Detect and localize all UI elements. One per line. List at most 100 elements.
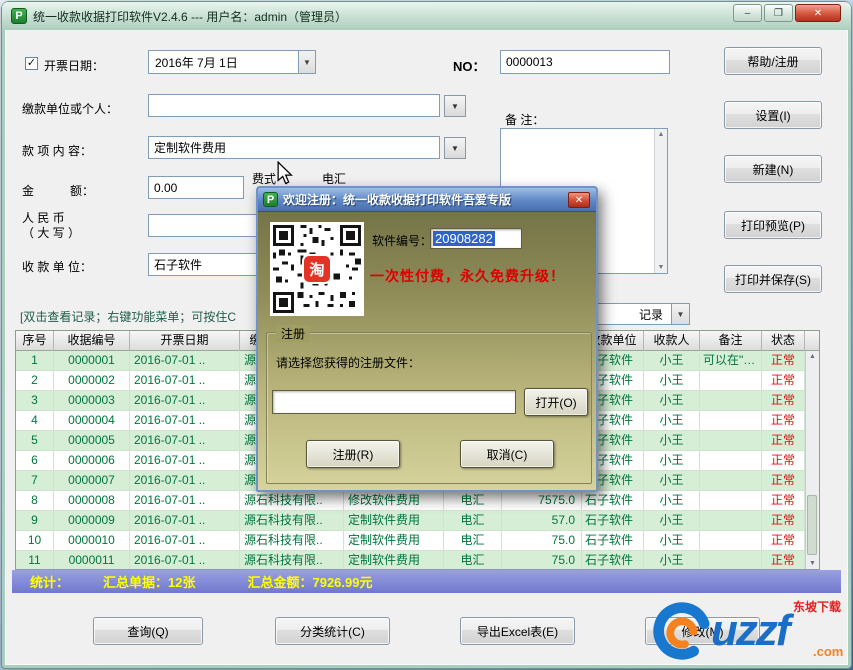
scroll-down-icon[interactable]: ▼ xyxy=(809,560,816,567)
no-label: NO： xyxy=(453,59,486,74)
table-cell: 2016-07-01 .. xyxy=(130,471,240,491)
payer-combo-input[interactable] xyxy=(148,94,440,117)
rmb-label-line2: （ 大 写 ） xyxy=(22,226,81,240)
print-preview-button[interactable]: 打印预览(P) xyxy=(724,211,822,239)
column-header[interactable]: 开票日期 xyxy=(130,331,240,351)
table-row[interactable]: 10 0000010 2016-07-01 .. 源石科技有限.. 定制软件费用 电汇 75… xyxy=(16,531,819,551)
logo-text: uzzf xyxy=(711,606,791,655)
table-cell: 57.0 xyxy=(502,511,582,531)
table-row[interactable]: 9 0000009 2016-07-01 .. 源石科技有限.. 定制软件费用 电汇 57.… xyxy=(16,511,819,531)
settings-button[interactable]: 设置(I) xyxy=(724,101,822,129)
table-cell: 正常 xyxy=(762,491,805,511)
table-cell: 0000002 xyxy=(54,371,130,391)
invoice-date-checkbox[interactable]: ✓ xyxy=(25,57,38,70)
chevron-down-icon[interactable]: ▼ xyxy=(298,51,315,73)
export-excel-button[interactable]: 导出Excel表(E) xyxy=(460,617,575,645)
scrollbar-thumb[interactable] xyxy=(807,495,817,555)
memo-scrollbar[interactable]: ▲ ▼ xyxy=(654,129,667,273)
table-cell: 定制软件费用 xyxy=(344,551,444,569)
dialog-titlebar[interactable]: P 欢迎注册：统一收款收据打印软件吾爱专版 xyxy=(258,188,596,212)
table-cell: 2016-07-01 .. xyxy=(130,491,240,511)
table-cell: 正常 xyxy=(762,371,805,391)
table-cell: 小王 xyxy=(644,531,700,551)
table-cell: 2016-07-01 .. xyxy=(130,431,240,451)
column-header[interactable]: 收款人 xyxy=(644,331,700,351)
table-cell: 2016-07-01 .. xyxy=(130,371,240,391)
register-group-label: 注册 xyxy=(276,325,311,342)
logo-subtitle: 东坡下载 xyxy=(793,600,842,614)
print-save-button[interactable]: 打印并保存(S) xyxy=(724,265,822,293)
table-cell: 石子软件 xyxy=(582,511,644,531)
logo-swoosh-icon xyxy=(653,602,711,660)
table-cell: 0000011 xyxy=(54,551,130,569)
close-icon[interactable]: ✕ xyxy=(795,4,841,22)
minimize-icon[interactable]: – xyxy=(733,4,762,22)
table-cell: 小王 xyxy=(644,451,700,471)
invoice-date-value: 2016年 7月 1日 xyxy=(155,55,238,70)
chevron-down-icon: ▼ xyxy=(451,101,459,111)
table-cell: 1 xyxy=(16,351,54,371)
table-cell: 正常 xyxy=(762,511,805,531)
receiver-label: 收 款 单 位： xyxy=(22,260,93,274)
column-header[interactable]: 收据编号 xyxy=(54,331,130,351)
table-cell: 小王 xyxy=(644,491,700,511)
receipt-no-input[interactable] xyxy=(500,50,670,74)
close-icon[interactable]: ✕ xyxy=(568,192,590,208)
table-cell: 正常 xyxy=(762,411,805,431)
pay-method-option-fragment[interactable]: 电汇 xyxy=(322,170,346,187)
scroll-up-icon[interactable]: ▲ xyxy=(809,353,816,360)
stats-count: 汇总单据：12张 xyxy=(103,575,196,590)
scroll-up-icon[interactable]: ▲ xyxy=(658,131,665,138)
app-icon: P xyxy=(11,8,27,24)
table-cell: 正常 xyxy=(762,531,805,551)
window-controls: – ❐ ✕ xyxy=(733,4,841,22)
table-cell: 2016-07-01 .. xyxy=(130,351,240,371)
query-button[interactable]: 查询(Q) xyxy=(93,617,203,645)
help-register-button[interactable]: 帮助/注册 xyxy=(724,47,822,75)
table-cell: 0000003 xyxy=(54,391,130,411)
open-button[interactable]: 打开(O) xyxy=(524,388,588,416)
table-cell xyxy=(700,391,762,411)
table-cell: 可以在"… xyxy=(700,351,762,371)
qr-code: 淘 xyxy=(270,222,364,316)
table-cell: 75.0 xyxy=(502,551,582,569)
table-cell: 源石科技有限.. xyxy=(240,491,344,511)
table-cell: 小王 xyxy=(644,511,700,531)
payer-dropdown-button[interactable]: ▼ xyxy=(444,95,466,117)
column-header[interactable]: 备注 xyxy=(700,331,762,351)
table-cell: 石子软件 xyxy=(582,531,644,551)
table-row[interactable]: 11 0000011 2016-07-01 .. 源石科技有限.. 定制软件费用 电汇 75… xyxy=(16,551,819,569)
register-button[interactable]: 注册(R) xyxy=(306,440,400,468)
mouse-cursor xyxy=(274,160,296,190)
cancel-button[interactable]: 取消(C) xyxy=(460,440,554,468)
window-titlebar[interactable]: P 统一收款收据打印软件V2.4.6 --- 用户名：admin（管理员） xyxy=(2,2,851,30)
stats-total: 汇总金额：7926.99元 xyxy=(247,575,373,590)
table-cell: 源石科技有限.. xyxy=(240,511,344,531)
invoice-date-picker[interactable]: 2016年 7月 1日 ▼ xyxy=(148,50,316,74)
amount-label: 金 额： xyxy=(22,184,95,198)
table-cell: 2016-07-01 .. xyxy=(130,551,240,569)
category-stats-button[interactable]: 分类统计(C) xyxy=(275,617,390,645)
table-cell: 0000008 xyxy=(54,491,130,511)
column-header[interactable]: 序号 xyxy=(16,331,54,351)
serial-field[interactable]: 20908282 xyxy=(430,228,522,249)
scroll-down-icon[interactable]: ▼ xyxy=(658,264,665,271)
table-cell: 0000006 xyxy=(54,451,130,471)
item-combo-input[interactable] xyxy=(148,136,440,159)
table-cell: 2016-07-01 .. xyxy=(130,411,240,431)
statistics-bar: 统计： 汇总单据：12张 汇总金额：7926.99元 xyxy=(12,570,841,593)
item-dropdown-button[interactable]: ▼ xyxy=(444,137,466,159)
window-title: 统一收款收据打印软件V2.4.6 --- 用户名：admin（管理员） xyxy=(33,9,348,24)
maximize-icon[interactable]: ❐ xyxy=(764,4,793,22)
registration-file-input[interactable] xyxy=(272,390,516,414)
table-cell: 0000007 xyxy=(54,471,130,491)
amount-input[interactable] xyxy=(148,176,244,199)
table-cell: 小王 xyxy=(644,431,700,451)
column-header[interactable]: 状态 xyxy=(762,331,805,351)
chevron-down-icon[interactable]: ▼ xyxy=(671,304,689,324)
table-cell: 正常 xyxy=(762,391,805,411)
new-button[interactable]: 新建(N) xyxy=(724,155,822,183)
table-cell: 修改软件费用 xyxy=(344,491,444,511)
table-row[interactable]: 8 0000008 2016-07-01 .. 源石科技有限.. 修改软件费用 电汇 757… xyxy=(16,491,819,511)
taobao-icon: 淘 xyxy=(302,254,332,284)
